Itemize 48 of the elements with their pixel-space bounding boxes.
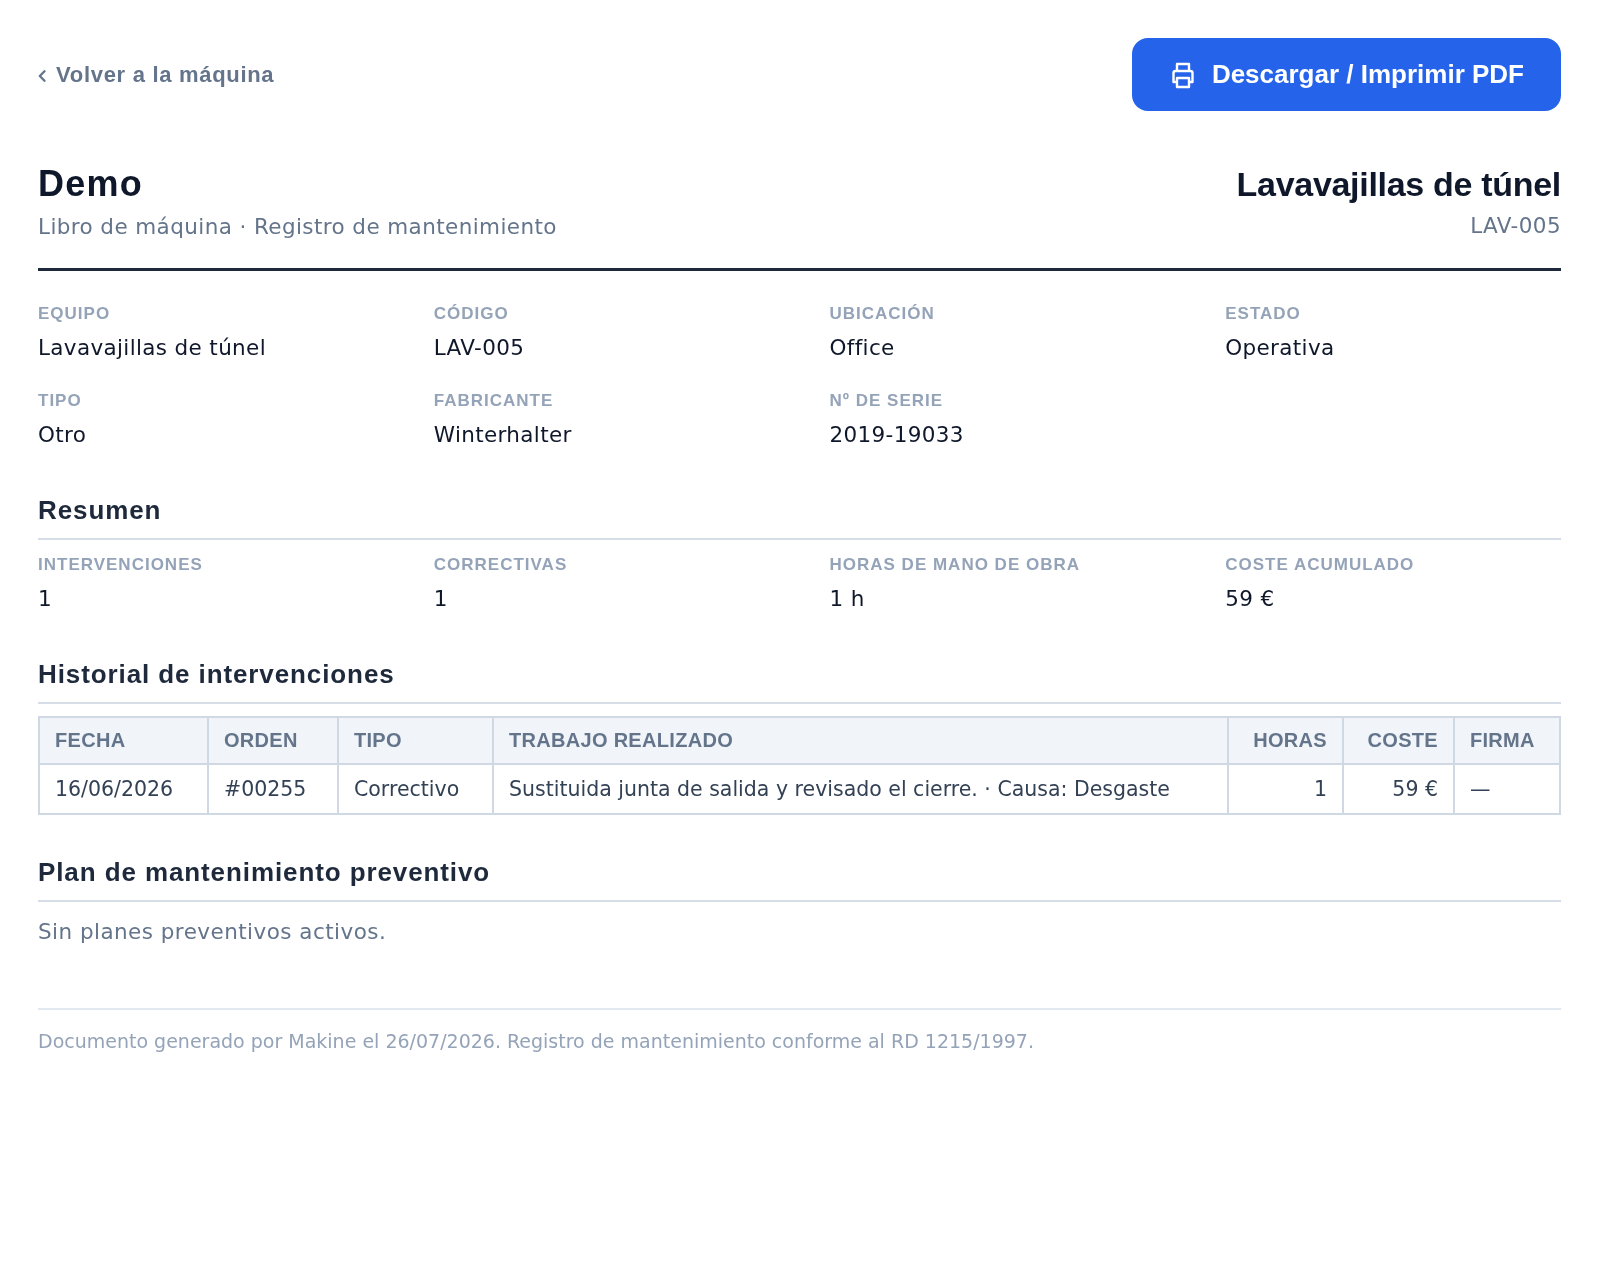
field-label: CÓDIGO: [433, 303, 510, 325]
field-value: 2019-19033: [829, 421, 965, 449]
metric-value: 1 h: [829, 585, 866, 613]
chevron-left-icon: [38, 70, 46, 82]
back-link[interactable]: Volver a la máquina: [38, 60, 275, 89]
metric-value: 1: [38, 585, 54, 613]
field-value: Operativa: [1225, 334, 1336, 362]
section-title: Plan de mantenimiento preventivo: [38, 856, 492, 888]
field-label: FABRICANTE: [433, 390, 555, 412]
section-title: Resumen: [38, 494, 163, 526]
field-value: Otro: [38, 421, 88, 449]
table-cell: Correctivo: [338, 764, 493, 814]
metric-label: INTERVENCIONES: [38, 554, 204, 576]
section-title: Historial de intervenciones: [38, 658, 396, 690]
document-subtitle: Libro de máquina · Registro de mantenimiento: [38, 213, 557, 241]
column-header: COSTE: [1343, 717, 1454, 764]
metric-value: 1: [433, 585, 449, 613]
metric-value: 59 €: [1225, 585, 1276, 613]
metric-label: HORAS DE MANO DE OBRA: [829, 554, 1081, 576]
metric-label: CORRECTIVAS: [433, 554, 569, 576]
table-cell: —: [1454, 764, 1560, 814]
footer-note: Documento generado por Makine el 26/07/2026. Registro de mantenimiento conforme al RD 1215/1997.: [38, 1029, 1035, 1053]
column-header: TRABAJO REALIZADO: [493, 717, 1228, 764]
column-header: ORDEN: [208, 717, 338, 764]
table-cell: 16/06/2026: [39, 764, 208, 814]
column-header: HORAS: [1228, 717, 1343, 764]
metric-label: COSTE ACUMULADO: [1225, 554, 1416, 576]
table-cell: 59 €: [1343, 764, 1454, 814]
company-name: Demo: [38, 162, 144, 206]
field-label: Nº DE SERIE: [829, 390, 945, 412]
field-value: LAV-005: [433, 334, 526, 362]
table-cell: Sustituida junta de salida y revisado el cierre. · Causa: Desgaste: [493, 764, 1228, 814]
field-value: Office: [829, 334, 896, 362]
machine-name: Lavavajillas de túnel: [1236, 164, 1561, 205]
field-value: Winterhalter: [433, 421, 573, 449]
column-header: TIPO: [338, 717, 493, 764]
empty-state-message: Sin planes preventivos activos.: [38, 918, 388, 946]
field-label: ESTADO: [1225, 303, 1302, 325]
field-label: TIPO: [38, 390, 83, 412]
field-label: EQUIPO: [38, 303, 112, 325]
machine-code: LAV-005: [1469, 212, 1561, 240]
table-cell: #00255: [208, 764, 338, 814]
download-pdf-button[interactable]: Descargar / Imprimir PDF: [1131, 38, 1561, 111]
field-label: UBICACIÓN: [829, 303, 936, 325]
field-value: Lavavajillas de túnel: [38, 334, 267, 362]
column-header: FIRMA: [1454, 717, 1560, 764]
column-header: FECHA: [39, 717, 208, 764]
table-cell: 1: [1228, 764, 1343, 814]
